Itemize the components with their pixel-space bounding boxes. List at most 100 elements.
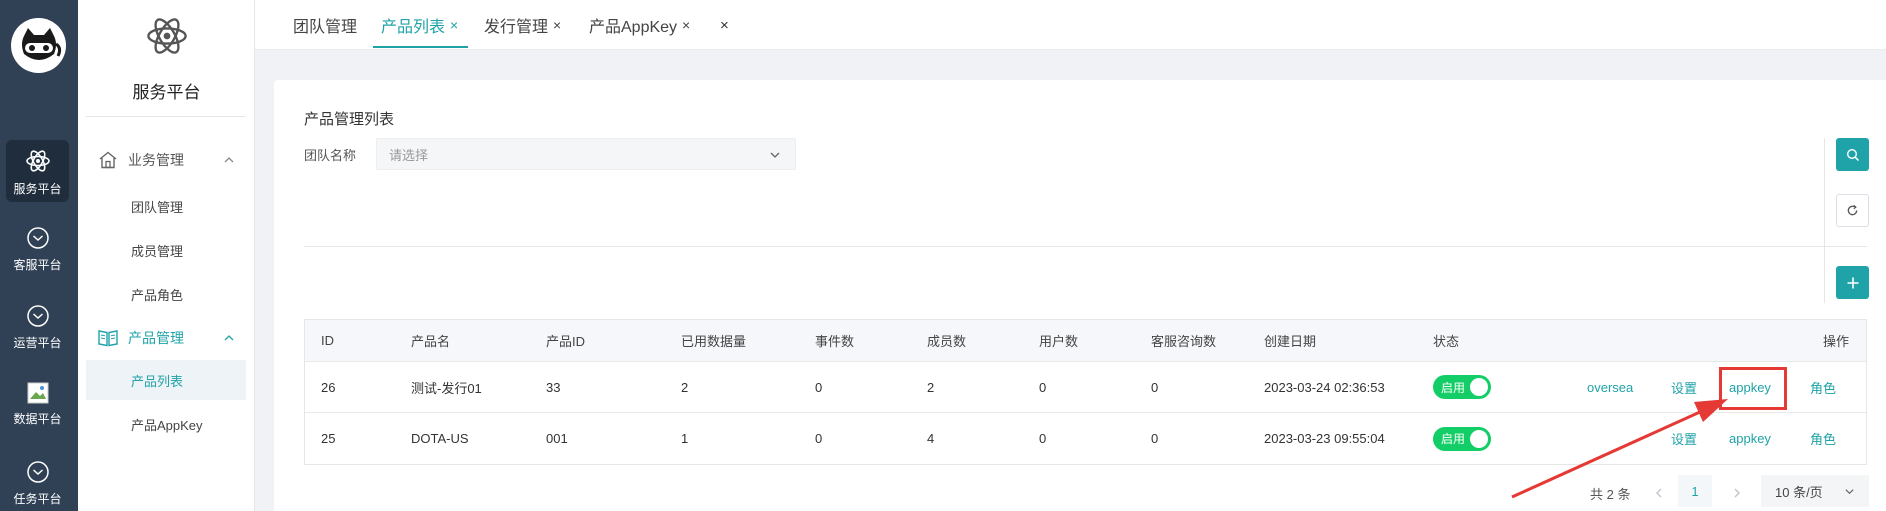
col-header: 已用数据量 <box>681 334 747 349</box>
refresh-button[interactable] <box>1836 194 1869 227</box>
plus-icon <box>1847 277 1858 288</box>
tab-close-icon[interactable]: × <box>682 17 690 33</box>
chevron-circle-icon <box>26 305 49 327</box>
chevron-up-icon <box>224 157 234 163</box>
cell-id: 26 <box>321 379 336 395</box>
cell-users: 0 <box>1039 379 1047 395</box>
refresh-icon <box>1847 204 1858 216</box>
col-header: 产品名 <box>411 334 451 349</box>
status-label: 启用 <box>1441 380 1466 395</box>
tab-close-icon[interactable]: × <box>450 17 458 33</box>
status-switch[interactable]: 启用 <box>1433 375 1491 399</box>
broken-image-icon <box>27 382 48 404</box>
menu-item-product-appkey[interactable]: 产品AppKey <box>86 404 246 444</box>
cell-id: 25 <box>321 431 336 446</box>
menu-item-members[interactable]: 成员管理 <box>86 230 246 270</box>
switch-knob <box>1470 429 1488 448</box>
rail-label: 客服平台 <box>13 258 62 272</box>
cell-members: 2 <box>927 379 935 395</box>
cell-consults: 0 <box>1151 379 1159 395</box>
col-header: 状态 <box>1433 334 1460 349</box>
col-header: 客服咨询数 <box>1151 334 1217 349</box>
cell-events: 0 <box>815 379 823 395</box>
appkey-link[interactable]: appkey <box>1729 413 1771 464</box>
chevron-circle-icon <box>26 461 49 483</box>
cell-name: DOTA-US <box>411 431 469 446</box>
add-product-button[interactable] <box>1836 266 1869 299</box>
page-size-value: 10 条/页 <box>1775 484 1823 500</box>
cell-members: 4 <box>927 431 935 446</box>
col-header: 创建日期 <box>1264 334 1317 349</box>
sidebar-title: 服务平台 <box>132 83 201 102</box>
rail-label: 服务平台 <box>13 182 62 196</box>
cell-name: 测试-发行01 <box>411 380 482 396</box>
page-title: 产品管理列表 <box>304 111 395 128</box>
cell-product-id: 33 <box>546 379 561 395</box>
settings-link[interactable]: 设置 <box>1671 362 1697 412</box>
book-icon <box>98 330 118 347</box>
rail-item-tasks[interactable]: 任务平台 <box>6 452 69 511</box>
col-header: 操作 <box>1823 334 1850 349</box>
filter-label: 团队名称 <box>304 148 357 163</box>
tab-publish[interactable]: 发行管理 × <box>484 0 561 50</box>
cell-consults: 0 <box>1151 431 1159 446</box>
chevron-circle-icon <box>26 227 49 249</box>
tab-close-icon[interactable]: × <box>553 17 561 33</box>
roles-link[interactable]: 角色 <box>1810 413 1836 464</box>
tab-label: 产品列表 <box>381 19 446 36</box>
settings-link[interactable]: 设置 <box>1671 413 1697 464</box>
col-header: 事件数 <box>815 334 855 349</box>
rail-item-customer-service[interactable]: 客服平台 <box>6 218 69 280</box>
menu-item-product-list[interactable]: 产品列表 <box>86 360 246 400</box>
active-tab-indicator <box>373 46 468 48</box>
status-toggle[interactable]: 启用 <box>1433 362 1491 412</box>
status-toggle[interactable]: 启用 <box>1433 413 1491 464</box>
search-icon <box>1846 148 1859 161</box>
rail-label: 运营平台 <box>13 336 62 350</box>
prev-page-icon[interactable] <box>1654 478 1664 508</box>
tab-product-appkey[interactable]: 产品AppKey × <box>589 0 690 50</box>
app-logo[interactable] <box>11 18 66 73</box>
roles-link[interactable]: 角色 <box>1810 362 1836 412</box>
search-button[interactable] <box>1836 138 1869 171</box>
menu-item-team[interactable]: 团队管理 <box>86 186 246 226</box>
table-row: 26 测试-发行01 33 2 0 2 0 0 2023-03-24 02:36… <box>305 362 1866 413</box>
rail-item-service[interactable]: 服务平台 <box>6 140 69 202</box>
content-card: 产品管理列表 团队名称 请选择 ID 产品名 产品ID 已用数据量 事件数 成员… <box>274 80 1886 511</box>
oversea-link[interactable]: oversea <box>1587 362 1633 412</box>
menu-group-business[interactable]: 业务管理 <box>78 145 255 175</box>
menu-group-product[interactable]: 产品管理 <box>78 323 255 353</box>
rail-item-operations[interactable]: 运营平台 <box>6 296 69 358</box>
close-all-tabs-icon[interactable]: × <box>720 0 729 50</box>
col-header: 产品ID <box>546 334 586 349</box>
pagination-total: 共 2 条 <box>1590 486 1631 502</box>
team-select[interactable]: 请选择 <box>376 138 796 170</box>
cell-product-id: 001 <box>546 431 568 446</box>
rail-item-data[interactable]: 数据平台 <box>6 374 69 436</box>
tab-team[interactable]: 团队管理 <box>293 0 357 50</box>
menu-item-product-roles[interactable]: 产品角色 <box>86 274 246 314</box>
page-size-select[interactable]: 10 条/页 <box>1761 475 1869 507</box>
home-icon <box>99 151 117 169</box>
divider <box>1824 138 1825 303</box>
app-rail: 服务平台 客服平台 运营平台 数据平台 任务平台 <box>0 0 78 511</box>
rail-label: 数据平台 <box>13 412 62 426</box>
page-number-current[interactable]: 1 <box>1678 475 1712 507</box>
rail-label: 任务平台 <box>13 492 62 506</box>
table-row: 25 DOTA-US 001 1 0 4 0 0 2023-03-23 09:5… <box>305 413 1866 464</box>
status-label: 启用 <box>1441 432 1466 446</box>
tab-label: 团队管理 <box>293 19 358 36</box>
col-header: ID <box>321 333 334 348</box>
chevron-down-icon <box>1845 489 1854 495</box>
product-table: ID 产品名 产品ID 已用数据量 事件数 成员数 用户数 客服咨询数 创建日期… <box>304 319 1867 465</box>
tab-label: 发行管理 <box>484 19 549 36</box>
tab-product-list[interactable]: 产品列表 × <box>381 0 458 50</box>
select-placeholder: 请选择 <box>389 147 429 163</box>
next-page-icon[interactable] <box>1732 478 1742 508</box>
switch-knob <box>1470 378 1488 396</box>
status-switch[interactable]: 启用 <box>1433 426 1491 451</box>
brand-icon-wrap <box>78 14 255 61</box>
divider <box>304 246 1867 247</box>
table-header: ID 产品名 产品ID 已用数据量 事件数 成员数 用户数 客服咨询数 创建日期… <box>305 320 1866 362</box>
cell-created: 2023-03-24 02:36:53 <box>1264 379 1385 395</box>
